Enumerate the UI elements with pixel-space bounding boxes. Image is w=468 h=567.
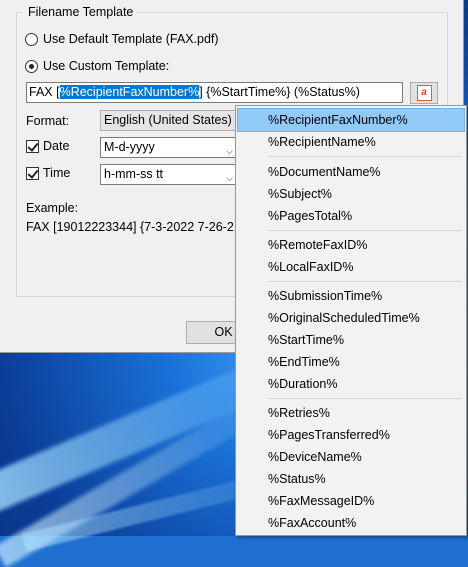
- date-label: Date: [43, 139, 70, 153]
- example-value: FAX [19012223344] {7-3-2022 7-26-2: [26, 220, 234, 234]
- time-format-select[interactable]: h-mm-ss tt ⌵: [100, 164, 240, 185]
- menu-item-pages-total[interactable]: %PagesTotal%: [238, 205, 464, 227]
- template-suffix: ] {%StartTime%} (%Status%): [199, 85, 360, 99]
- menu-item-submission-time[interactable]: %SubmissionTime%: [238, 285, 464, 307]
- use-default-template-radio[interactable]: Use Default Template (FAX.pdf): [25, 32, 219, 46]
- example-label: Example:: [26, 201, 79, 215]
- date-format-select[interactable]: M-d-yyyy ⌵: [100, 137, 240, 158]
- group-title: Filename Template: [25, 5, 137, 19]
- menu-item-retries[interactable]: %Retries%: [238, 402, 464, 424]
- time-label: Time: [43, 166, 71, 180]
- menu-item-start-time[interactable]: %StartTime%: [238, 329, 464, 351]
- menu-item-fax-account[interactable]: %FaxAccount%: [238, 512, 464, 534]
- date-format-value: M-d-yyyy: [104, 140, 155, 154]
- chevron-down-icon: ⌵: [226, 146, 233, 156]
- use-custom-template-radio[interactable]: Use Custom Template:: [25, 59, 169, 73]
- menu-item-duration[interactable]: %Duration%: [238, 373, 464, 395]
- radio-label: Use Default Template (FAX.pdf): [43, 32, 219, 46]
- menu-item-device-name[interactable]: %DeviceName%: [238, 446, 464, 468]
- menu-item-document-name[interactable]: %DocumentName%: [238, 161, 464, 183]
- menu-item-fax-message-id[interactable]: %FaxMessageID%: [238, 490, 464, 512]
- date-checkbox[interactable]: [26, 140, 39, 153]
- insert-field-icon: a: [416, 85, 432, 101]
- radio-unchecked-icon: [25, 32, 38, 46]
- menu-item-remote-fax-id[interactable]: %RemoteFaxID%: [238, 234, 464, 256]
- menu-separator: [268, 398, 462, 399]
- menu-item-original-scheduled-time[interactable]: %OriginalScheduledTime%: [238, 307, 464, 329]
- menu-separator: [268, 156, 462, 157]
- menu-item-subject[interactable]: %Subject%: [238, 183, 464, 205]
- custom-template-input[interactable]: FAX [%RecipientFaxNumber%] {%StartTime%}…: [26, 82, 403, 103]
- chevron-down-icon: ⌵: [226, 173, 233, 183]
- radio-label: Use Custom Template:: [43, 59, 170, 73]
- format-select-value: English (United States): [104, 113, 232, 127]
- menu-item-status[interactable]: %Status%: [238, 468, 464, 490]
- menu-separator: [268, 281, 462, 282]
- insert-field-button[interactable]: a: [410, 82, 438, 104]
- menu-item-local-fax-id[interactable]: %LocalFaxID%: [238, 256, 464, 278]
- menu-item-recipient-fax-number[interactable]: %RecipientFaxNumber%: [237, 108, 465, 132]
- radio-checked-icon: [25, 59, 38, 73]
- time-format-value: h-mm-ss tt: [104, 167, 164, 181]
- menu-separator: [268, 230, 462, 231]
- field-insert-menu: %RecipientFaxNumber% %RecipientName% %Do…: [235, 105, 467, 536]
- format-label: Format:: [26, 114, 70, 128]
- menu-item-recipient-name[interactable]: %RecipientName%: [238, 131, 464, 153]
- format-select[interactable]: English (United States): [100, 110, 240, 131]
- menu-item-end-time[interactable]: %EndTime%: [238, 351, 464, 373]
- time-checkbox[interactable]: [26, 167, 39, 180]
- template-prefix: FAX [: [29, 85, 60, 99]
- menu-item-pages-transferred[interactable]: %PagesTransferred%: [238, 424, 464, 446]
- template-selected-text: %RecipientFaxNumber%: [59, 85, 200, 99]
